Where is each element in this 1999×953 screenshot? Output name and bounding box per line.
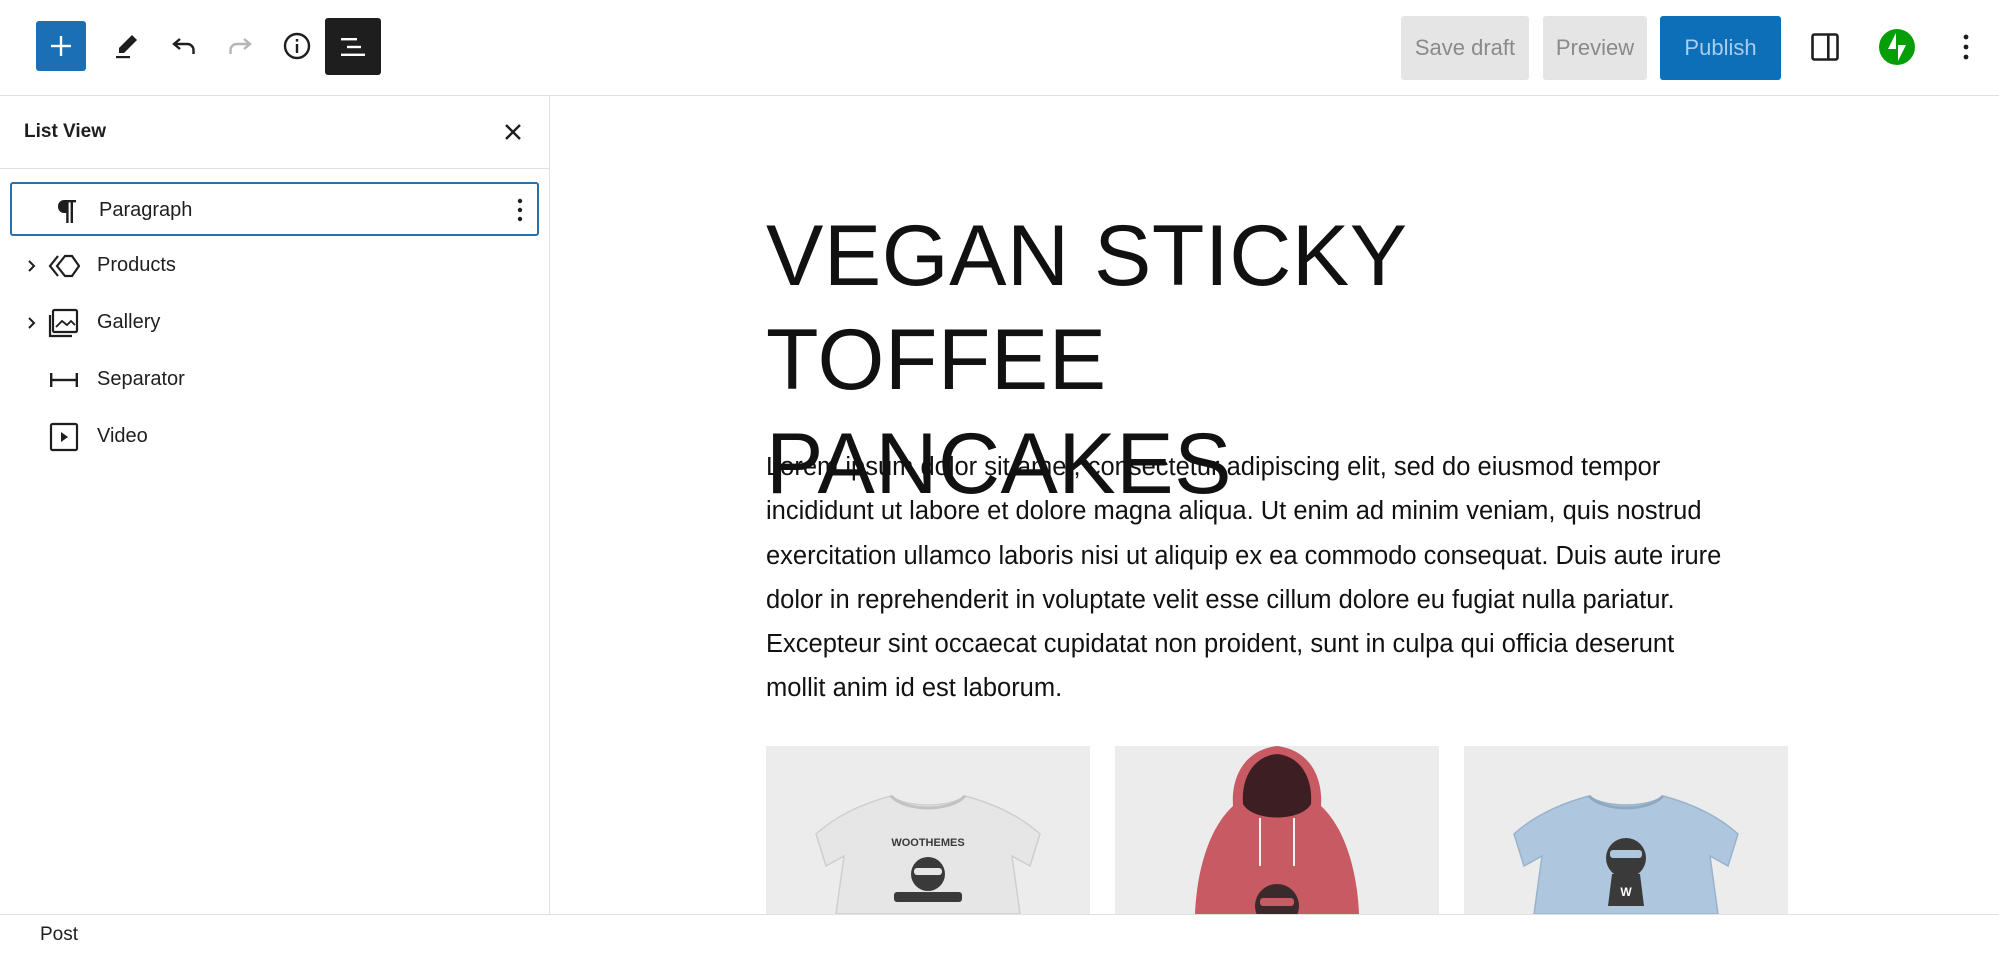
list-view-title: List View: [24, 121, 107, 142]
list-view-panel: List View Paragraph Products Gallery Sep…: [0, 96, 550, 914]
undo-button[interactable]: [159, 21, 209, 71]
gallery-image-red-hoodie[interactable]: [1115, 746, 1439, 914]
sidebar-toggle-icon: [1811, 33, 1839, 61]
list-view-item-paragraph[interactable]: Paragraph: [10, 182, 539, 236]
close-list-view-button[interactable]: [498, 117, 528, 147]
list-view-item-label: Paragraph: [99, 199, 193, 221]
paragraph-line: Lorem ipsum dolor sit amet, consectetur …: [766, 453, 1661, 481]
list-view-item-label: Products: [97, 254, 176, 276]
chevron-right-icon[interactable]: [22, 313, 42, 333]
list-view-item-label: Video: [97, 425, 148, 447]
tools-button[interactable]: [102, 21, 152, 71]
block-options-button[interactable]: [508, 196, 532, 224]
editor-toolbar: Save draft Preview Publish: [0, 0, 1999, 96]
separator-icon: [48, 364, 80, 396]
gallery-block[interactable]: WOOTHEMES W: [766, 746, 1790, 914]
list-view-header: List View: [0, 96, 549, 169]
close-icon: [505, 124, 521, 140]
redo-button[interactable]: [215, 21, 265, 71]
paragraph-line: exercitation ullamco laboris nisi ut ali…: [766, 541, 1722, 570]
list-view-button[interactable]: [325, 18, 381, 75]
vertical-ellipsis-icon: [1963, 34, 1969, 60]
list-view-item-label: Separator: [97, 368, 185, 390]
list-view-item-gallery[interactable]: Gallery: [10, 296, 539, 350]
jetpack-button[interactable]: [1871, 21, 1923, 73]
plus-icon: [51, 36, 71, 56]
vertical-ellipsis-icon: [517, 198, 523, 222]
breadcrumb-post[interactable]: Post: [40, 924, 78, 946]
paragraph-line: dolor in reprehenderit in voluptate veli…: [766, 585, 1675, 614]
paragraph-icon: [50, 195, 82, 227]
publish-button[interactable]: Publish: [1660, 16, 1781, 80]
redo-icon: [229, 38, 252, 54]
paragraph-block[interactable]: Lorem ipsum dolor sit amet, consectetur …: [766, 445, 1806, 711]
gallery-image-blue-tshirt[interactable]: W: [1464, 746, 1788, 914]
shirt-print-text: W: [1620, 885, 1632, 899]
pencil-icon: [116, 35, 137, 59]
paragraph-line: mollit anim id est laborum.: [766, 674, 1063, 703]
undo-icon: [172, 38, 195, 54]
paragraph-line: Excepteur sint occaecat cupidatat non pr…: [766, 630, 1675, 659]
editor-canvas: VEGAN STICKY TOFFEE PANCAKES Lorem ipsum…: [551, 96, 1999, 914]
options-button[interactable]: [1942, 21, 1990, 73]
post-title-line: VEGAN STICKY TOFFEE: [766, 208, 1407, 408]
gallery-image-white-tshirt[interactable]: WOOTHEMES: [766, 746, 1090, 914]
details-button[interactable]: [272, 21, 322, 71]
gallery-icon: [48, 307, 80, 339]
list-view-item-separator[interactable]: Separator: [10, 353, 539, 407]
add-block-button[interactable]: [36, 21, 86, 71]
paragraph-line: incididunt ut labore et dolore magna ali…: [766, 497, 1702, 526]
info-icon: [283, 32, 311, 60]
video-icon: [48, 421, 80, 453]
products-icon: [48, 250, 80, 282]
jetpack-bolt-icon: [1879, 29, 1915, 65]
settings-button[interactable]: [1800, 21, 1850, 73]
list-view-item-video[interactable]: Video: [10, 410, 539, 464]
shirt-print-text: WOOTHEMES: [891, 837, 964, 849]
preview-button[interactable]: Preview: [1543, 16, 1647, 80]
chevron-right-icon[interactable]: [22, 256, 42, 276]
list-view-icon: [341, 37, 365, 56]
editor-footer: Post: [0, 914, 1999, 953]
save-draft-button[interactable]: Save draft: [1401, 16, 1529, 80]
list-view-item-products[interactable]: Products: [10, 239, 539, 293]
list-view-item-label: Gallery: [97, 311, 161, 333]
